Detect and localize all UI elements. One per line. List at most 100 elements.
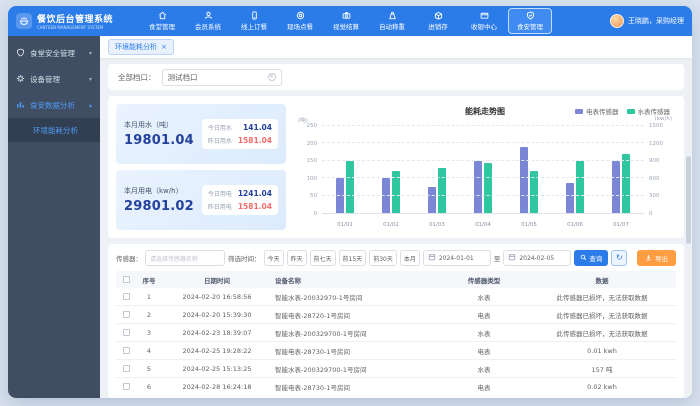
bar[interactable] [438,168,446,213]
shield-icon [16,48,25,59]
sensor-filter-label: 传感器： [116,253,142,263]
quick-range-button-5[interactable]: 本月 [400,250,420,266]
sidebar-item-equipment[interactable]: 设备管理 ▾ [8,66,100,92]
column-header-sensor-type: 传感器类型 [440,275,528,285]
nav-item-onsite-order[interactable]: 现场点餐 [278,8,322,34]
stat-value: 19801.04 [124,133,194,148]
table-cell: 6 [136,383,162,391]
inventory-icon [434,11,443,20]
content-scroll-area: 全部档口： 测试档口 × 本月用水（吨） 19801.04 [100,58,692,398]
bar[interactable] [612,161,620,213]
auto-weigh-icon [388,11,397,20]
nav-item-vision-checkout[interactable]: 视觉结算 [324,8,368,34]
nav-item-cashier[interactable]: 收银中心 [462,8,506,34]
start-date-input[interactable]: 2024-01-01 [423,250,491,266]
onsite-order-icon [296,11,305,20]
table-row[interactable]: 12024-02-20 16:58:56智能水表-20032970-1号房间水表… [116,288,676,306]
table-cell: 3 [136,329,162,337]
sidebar-item-env-energy-analysis[interactable]: 环境能耗分析 [8,118,100,142]
x-axis-label: 01/01 [330,222,360,228]
table-cell: 此传感器已损坏，无法获取数据 [528,328,676,338]
select-all-checkbox[interactable] [123,276,130,283]
table-cell: 0.02 kwh [528,383,676,391]
nav-item-label: 自动称重 [379,21,405,31]
query-button[interactable]: 查询 [574,250,608,266]
y-axis-tick-right: 1500 [646,123,676,129]
row-checkbox[interactable] [123,311,130,318]
bar[interactable] [566,183,574,213]
sensor-name-input[interactable]: 请选择传感器名称 [145,250,225,266]
bar[interactable] [576,161,584,213]
scrollbar-track[interactable] [686,60,691,394]
scrollbar-thumb[interactable] [686,156,691,244]
close-icon[interactable]: × [161,44,167,51]
end-date-input[interactable]: 2024-02-05 [503,250,571,266]
row-checkbox[interactable] [123,293,130,300]
bar-group [612,126,630,213]
table-row[interactable]: 32024-02-23 18:39:07智能水表-200329700-1号房间水… [116,324,676,342]
row-checkbox[interactable] [123,329,130,336]
time-filter-label: 筛选时间： [228,253,261,263]
top-header: 餐饮后台管理系统 CANTEEN MANAGEMENT SYSTEM 食堂管理会… [8,6,692,36]
table-row[interactable]: 52024-02-25 15:13:25智能水表-200329700-1号房间水… [116,360,676,378]
table-cell: 电表 [440,310,528,320]
gridline [322,177,644,178]
app-title: 餐饮后台管理系统 [37,12,113,25]
main-content: 环境能耗分析 × 全部档口： 测试档口 × [100,36,692,398]
nav-item-label: 现场点餐 [287,21,313,31]
sidebar-item-canteen-safety[interactable]: 食堂安全管理 ▾ [8,40,100,66]
table-row[interactable]: 62024-02-28 16:24:18智能电表-28730-1号房间电表0.0… [116,378,676,392]
clear-icon[interactable]: × [268,73,276,81]
table-cell: 智能电表-28730-1号房间 [272,382,440,392]
nav-item-online-order[interactable]: 线上订餐 [232,8,276,34]
row-checkbox[interactable] [123,365,130,372]
legend-item[interactable]: 电表传感器 [575,106,619,116]
legend-item[interactable]: 水表传感器 [627,106,671,116]
tab-env-energy-analysis[interactable]: 环境能耗分析 × [108,39,174,55]
x-axis-label: 01/03 [422,222,452,228]
nav-item-inventory[interactable]: 进销存 [416,8,460,34]
bar[interactable] [428,187,436,213]
nav-item-canteen[interactable]: 食堂管理 [140,8,184,34]
user-box[interactable]: 王晓鹏，采购经理 [610,14,684,28]
table-cell: 157 吨 [528,364,676,374]
stall-filter-card: 全部档口： 测试档口 × [108,64,684,90]
nav-item-auto-weigh[interactable]: 自动称重 [370,8,414,34]
quick-range-button-2[interactable]: 前七天 [310,250,336,266]
chevron-up-icon: ▴ [89,102,92,109]
sidebar-item-food-safety-analytics[interactable]: 食安数据分析 ▴ [8,92,100,118]
table-header: 序号 日期时间 设备名称 传感器类型 数据 [116,271,676,288]
export-button[interactable]: 导出 [637,250,676,266]
table-cell: 1 [136,293,162,301]
quick-range-button-3[interactable]: 前15天 [339,250,367,266]
records-card: 传感器： 请选择传感器名称 筛选时间： 今天昨天前七天前15天前30天本月 20… [108,244,684,398]
row-checkbox[interactable] [123,347,130,354]
quick-range-button-0[interactable]: 今天 [264,250,284,266]
app-window: 餐饮后台管理系统 CANTEEN MANAGEMENT SYSTEM 食堂管理会… [8,6,692,398]
bar[interactable] [622,154,630,213]
bar[interactable] [474,161,482,213]
y-axis-tick-right: 300 [646,193,676,199]
row-checkbox[interactable] [123,383,130,390]
y-axis-tick-left: 100 [294,176,320,182]
reset-button[interactable]: ↻ [611,250,627,266]
table-cell: 0.01 kwh [528,347,676,355]
stall-select[interactable]: 测试档口 × [162,69,282,86]
bar[interactable] [346,161,354,213]
quick-range-group: 今天昨天前七天前15天前30天本月 [264,250,420,266]
nav-item-food-safety[interactable]: 食安管理 [508,8,552,34]
stat-value: 29801.02 [124,199,194,214]
quick-range-button-4[interactable]: 前30天 [369,250,397,266]
online-order-icon [250,11,259,20]
table-cell: 2024-02-25 15:13:25 [162,365,272,373]
table-row[interactable]: 42024-02-25 19:28:22智能电表-28730-1号房间电表0.0… [116,342,676,360]
nav-item-member[interactable]: 会员系统 [186,8,230,34]
legend-label: 电表传感器 [586,106,619,116]
bar[interactable] [484,163,492,213]
bar[interactable] [520,147,528,213]
nav-item-label: 进销存 [428,21,448,31]
table-cell: 水表 [440,364,528,374]
avatar [610,14,624,28]
table-row[interactable]: 22024-02-20 15:39:30智能电表-28720-1号房间电表此传感… [116,306,676,324]
quick-range-button-1[interactable]: 昨天 [287,250,307,266]
